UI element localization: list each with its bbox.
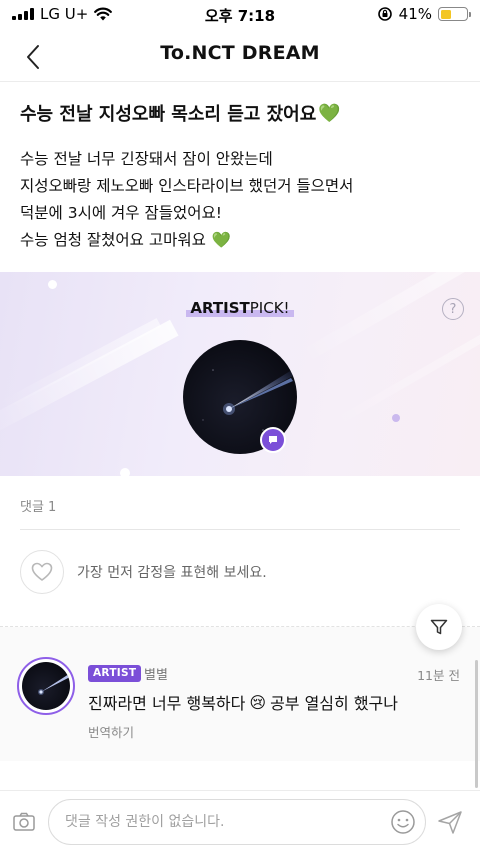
- artist-pick-bold: ARTIST: [190, 299, 250, 317]
- scrollbar[interactable]: [475, 660, 478, 788]
- battery-icon: [438, 7, 471, 21]
- battery-fill: [440, 9, 451, 19]
- status-bar: LG U+ 오후 7:18 41%: [0, 0, 480, 30]
- reaction-hint: 가장 먼저 감정을 표현해 보세요.: [77, 565, 267, 581]
- artist-badge: ARTIST: [88, 665, 142, 682]
- page-title: To.NCT DREAM: [160, 42, 320, 64]
- heart-outline-icon: [31, 562, 53, 581]
- emoji-button[interactable]: [390, 809, 416, 835]
- comment-avatar[interactable]: [17, 657, 75, 715]
- green-heart-icon: 💚: [211, 231, 232, 249]
- like-button[interactable]: [20, 550, 64, 594]
- post-body-line: 지성오빠랑 제노오빠 인스타라이브 했던거 들으면서: [20, 177, 354, 195]
- smiley-icon: [391, 810, 415, 834]
- artist-chat-badge: [260, 427, 286, 453]
- post-title: 수능 전날 지성오빠 목소리 듣고 잤어요 💚: [20, 100, 341, 126]
- comment-count: 댓글 1: [20, 500, 57, 515]
- comment-time: 11분 전: [417, 668, 460, 683]
- comment-input[interactable]: [48, 799, 426, 845]
- divider: [20, 529, 460, 530]
- help-icon[interactable]: ?: [442, 298, 464, 320]
- comment-text-part: 공부 열심히 했구나: [270, 694, 398, 713]
- filter-icon: [430, 619, 448, 635]
- comment-text-part: 진짜라면 너무 행복하다: [88, 694, 246, 713]
- decorative-dot: [48, 280, 57, 289]
- camera-button[interactable]: [12, 810, 36, 834]
- artist-pick-label: ARTIST PICK!: [0, 298, 480, 317]
- artist-pick-rest: PICK!: [249, 299, 290, 317]
- post-body: 수능 전날 너무 긴장돼서 잠이 안왔는데 지성오빠랑 제노오빠 인스타라이브 …: [20, 146, 353, 254]
- camera-icon: [13, 812, 35, 831]
- send-icon: [438, 811, 462, 834]
- post-body-line: 수능 전날 너무 긴장돼서 잠이 안왔는데: [20, 150, 273, 168]
- decorative-dot: [392, 414, 400, 422]
- battery-percent: 41%: [398, 5, 432, 23]
- post-body-line-last: 수능 엄청 잘쳤어요 고마워요 💚: [20, 227, 353, 254]
- translate-link[interactable]: 번역하기: [88, 722, 134, 741]
- post-body-line: 수능 엄청 잘쳤어요 고마워요: [20, 231, 206, 249]
- navigation-bar: To.NCT DREAM: [0, 30, 480, 82]
- send-button[interactable]: [436, 808, 464, 836]
- decorative-beam: [0, 318, 162, 412]
- comment-text: 진짜라면 너무 행복하다 😢 공부 열심히 했구나: [88, 690, 398, 714]
- filter-button[interactable]: [416, 604, 462, 650]
- chat-bubble-icon: [269, 436, 277, 444]
- decorative-beam: [328, 322, 480, 430]
- crying-face-icon: 😢: [249, 692, 267, 712]
- orientation-lock-icon: [377, 7, 392, 21]
- post-body-line: 덕분에 3시에 겨우 잠들었어요!: [20, 204, 222, 222]
- comment-author[interactable]: 별별: [144, 664, 168, 683]
- comet-image: [38, 674, 70, 695]
- decorative-beam: [0, 319, 179, 439]
- comment-avatar-image: [22, 662, 70, 710]
- post-title-text: 수능 전날 지성오빠 목소리 듣고 잤어요: [20, 104, 317, 125]
- decorative-dot: [120, 468, 130, 476]
- green-heart-icon: 💚: [318, 102, 341, 124]
- status-right: 41%: [377, 5, 471, 23]
